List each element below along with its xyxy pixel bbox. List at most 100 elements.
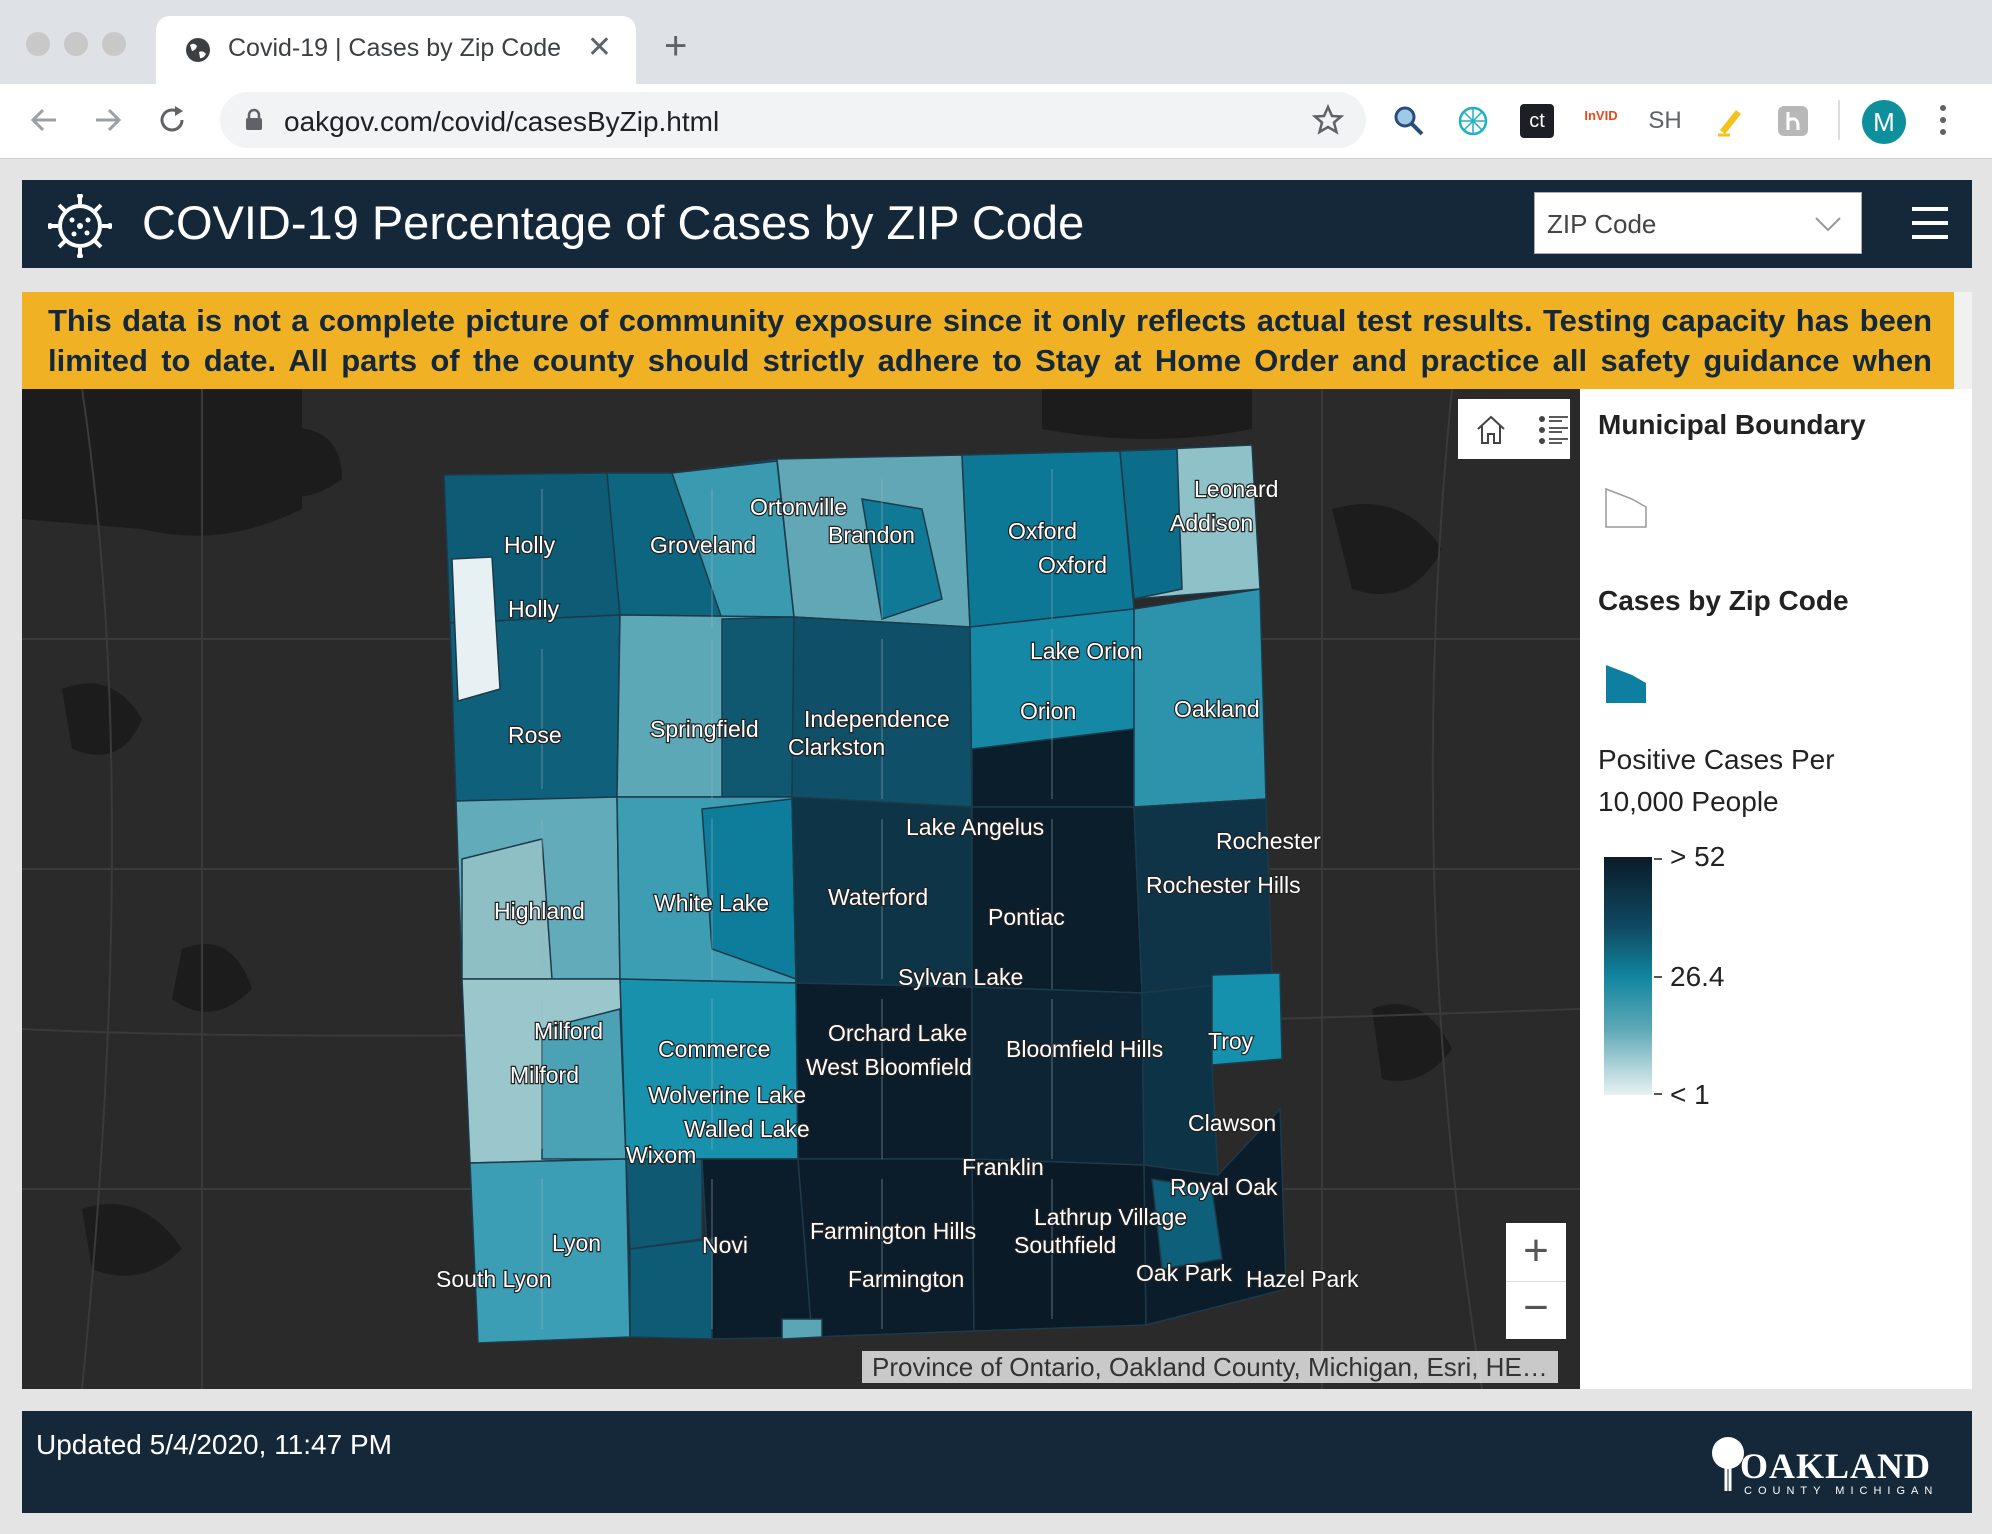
- profile-avatar[interactable]: M: [1862, 100, 1906, 144]
- place-label-novi: Novi: [702, 1232, 748, 1258]
- globe-icon: [186, 38, 210, 62]
- zip-code-select[interactable]: ZIP Code: [1534, 192, 1862, 254]
- place-label-franklin: Franklin: [962, 1154, 1044, 1180]
- ramp-label-mid: 26.4: [1670, 961, 1725, 992]
- place-label-orion: Orion: [1020, 698, 1076, 724]
- h-icon[interactable]: [1776, 104, 1810, 138]
- place-label-commerce: Commerce: [658, 1036, 770, 1062]
- last-updated: Updated 5/4/2020, 11:47 PM: [36, 1429, 392, 1460]
- bookmark-star-icon[interactable]: [1312, 104, 1344, 136]
- place-label-addison: Addison: [1170, 510, 1253, 536]
- app-header: COVID-19 Percentage of Cases by ZIP Code…: [22, 180, 1972, 268]
- place-label-springfield: Springfield: [650, 716, 759, 742]
- place-label-bloomfield-hills: Bloomfield Hills: [1006, 1036, 1163, 1062]
- place-label-walled-lake: Walled Lake: [684, 1116, 810, 1142]
- oakland-county-logo: OAKLAND COUNTY MICHIGAN: [1710, 1433, 1940, 1501]
- place-label-milford-village: Milford: [510, 1062, 579, 1088]
- place-label-lake-orion: Lake Orion: [1030, 638, 1143, 664]
- window-close-dot[interactable]: [26, 32, 50, 56]
- ct-icon[interactable]: ct: [1520, 104, 1554, 138]
- place-label-wixom: Wixom: [626, 1142, 696, 1168]
- place-label-rochester: Rochester: [1216, 828, 1321, 854]
- place-label-waterford: Waterford: [828, 884, 928, 910]
- window-minimize-dot[interactable]: [64, 32, 88, 56]
- disclaimer-banner: This data is not a complete picture of c…: [22, 292, 1954, 389]
- place-label-oxford: Oxford: [1008, 518, 1077, 544]
- globe-mesh-icon[interactable]: [1456, 104, 1490, 138]
- place-label-highland: Highland: [494, 898, 585, 924]
- place-label-southfield: Southfield: [1014, 1232, 1116, 1258]
- banner-scrollbar[interactable]: [1954, 292, 1972, 389]
- lock-icon: [246, 108, 262, 130]
- browser-tab[interactable]: Covid-19 | Cases by Zip Code ✕: [156, 16, 636, 84]
- place-label-independence: Independence: [804, 706, 950, 732]
- hamburger-menu-icon[interactable]: [1910, 206, 1950, 240]
- map-attribution[interactable]: Province of Ontario, Oakland County, Mic…: [862, 1351, 1558, 1383]
- place-label-white-lake: White Lake: [654, 890, 769, 916]
- window-maximize-dot[interactable]: [102, 32, 126, 56]
- municipal-boundary-swatch: [1605, 487, 1647, 528]
- basemap: Leonard Ortonville Holly Groveland Brand…: [22, 389, 1580, 1389]
- place-label-west-bloomfield: West Bloomfield: [806, 1054, 972, 1080]
- place-label-groveland: Groveland: [650, 532, 756, 558]
- place-label-lathrup-village: Lathrup Village: [1034, 1204, 1187, 1230]
- highlighter-icon[interactable]: [1712, 104, 1746, 138]
- home-icon[interactable]: [1474, 413, 1508, 447]
- place-label-oakland: Oakland: [1174, 696, 1260, 722]
- zip-select-value: ZIP Code: [1547, 209, 1657, 239]
- place-label-oak-park: Oak Park: [1136, 1260, 1232, 1286]
- place-label-hazel-park: Hazel Park: [1246, 1266, 1359, 1292]
- more-menu-icon[interactable]: [1935, 102, 1951, 138]
- ramp-tick-min: [1654, 1093, 1662, 1095]
- place-label-wolverine-lake: Wolverine Lake: [648, 1082, 806, 1108]
- place-label-orchard-lake: Orchard Lake: [828, 1020, 967, 1046]
- reload-icon[interactable]: [154, 102, 190, 138]
- close-tab-icon[interactable]: ✕: [587, 30, 612, 65]
- legend-field-label: Positive Cases Per 10,000 People: [1598, 744, 1835, 817]
- zoom-in-button[interactable]: +: [1506, 1223, 1566, 1281]
- place-label-ortonville: Ortonville: [750, 494, 847, 520]
- place-label-holly: Holly: [504, 532, 556, 558]
- place-label-pontiac: Pontiac: [988, 904, 1065, 930]
- app-footer: Updated 5/4/2020, 11:47 PM OAKLAND COUNT…: [22, 1411, 1972, 1513]
- legend-cases-title: Cases by Zip Code: [1598, 585, 1849, 616]
- legend-list-icon[interactable]: [1536, 413, 1570, 447]
- place-label-lyon: Lyon: [552, 1230, 601, 1256]
- new-tab-button[interactable]: +: [664, 26, 687, 66]
- place-label-brandon: Brandon: [828, 522, 915, 548]
- url-text: oakgov.com/covid/casesByZip.html: [284, 106, 720, 137]
- logo-subtitle: COUNTY MICHIGAN: [1744, 1485, 1939, 1497]
- place-label-troy: Troy: [1208, 1028, 1254, 1054]
- place-label-rochester-hills: Rochester Hills: [1146, 872, 1301, 898]
- place-label-holly-village: Holly: [508, 596, 560, 622]
- address-bar[interactable]: oakgov.com/covid/casesByZip.html: [220, 92, 1366, 148]
- magnifier-icon[interactable]: [1392, 104, 1426, 138]
- legend-municipal-title: Municipal Boundary: [1598, 409, 1866, 440]
- invid-icon[interactable]: InVID: [1584, 104, 1618, 138]
- toolbar-divider: [1838, 100, 1840, 140]
- place-label-clawson: Clawson: [1188, 1110, 1276, 1136]
- tab-title: Covid-19 | Cases by Zip Code: [228, 34, 562, 62]
- ramp-tick-max: [1654, 858, 1662, 860]
- back-arrow-icon[interactable]: [26, 102, 62, 138]
- chevron-down-icon: [1815, 217, 1841, 232]
- map-tools: [1458, 399, 1570, 459]
- ramp-label-max: > 52: [1670, 841, 1726, 872]
- zoom-control: + −: [1506, 1223, 1566, 1339]
- sh-icon[interactable]: SH: [1648, 104, 1682, 138]
- place-label-south-lyon: South Lyon: [436, 1266, 552, 1292]
- map-view[interactable]: Leonard Ortonville Holly Groveland Brand…: [22, 389, 1580, 1389]
- app-title: COVID-19 Percentage of Cases by ZIP Code: [142, 196, 1085, 249]
- legend-panel: Municipal Boundary Cases by Zip Code Pos…: [1580, 389, 1972, 1389]
- place-label-milford: Milford: [534, 1018, 603, 1044]
- ramp-tick-mid: [1654, 976, 1662, 978]
- logo-word: OAKLAND: [1740, 1446, 1932, 1486]
- place-label-sylvan-lake: Sylvan Lake: [898, 964, 1023, 990]
- zoom-out-button[interactable]: −: [1506, 1281, 1566, 1340]
- browser-tab-bar: Covid-19 | Cases by Zip Code ✕ +: [0, 0, 1992, 84]
- place-label-lake-angelus: Lake Angelus: [906, 814, 1044, 840]
- place-label-rose: Rose: [508, 722, 562, 748]
- forward-arrow-icon[interactable]: [90, 102, 126, 138]
- disclaimer-text: This data is not a complete picture of c…: [48, 303, 1932, 378]
- browser-toolbar: oakgov.com/covid/casesByZip.html ct InVI…: [0, 84, 1992, 159]
